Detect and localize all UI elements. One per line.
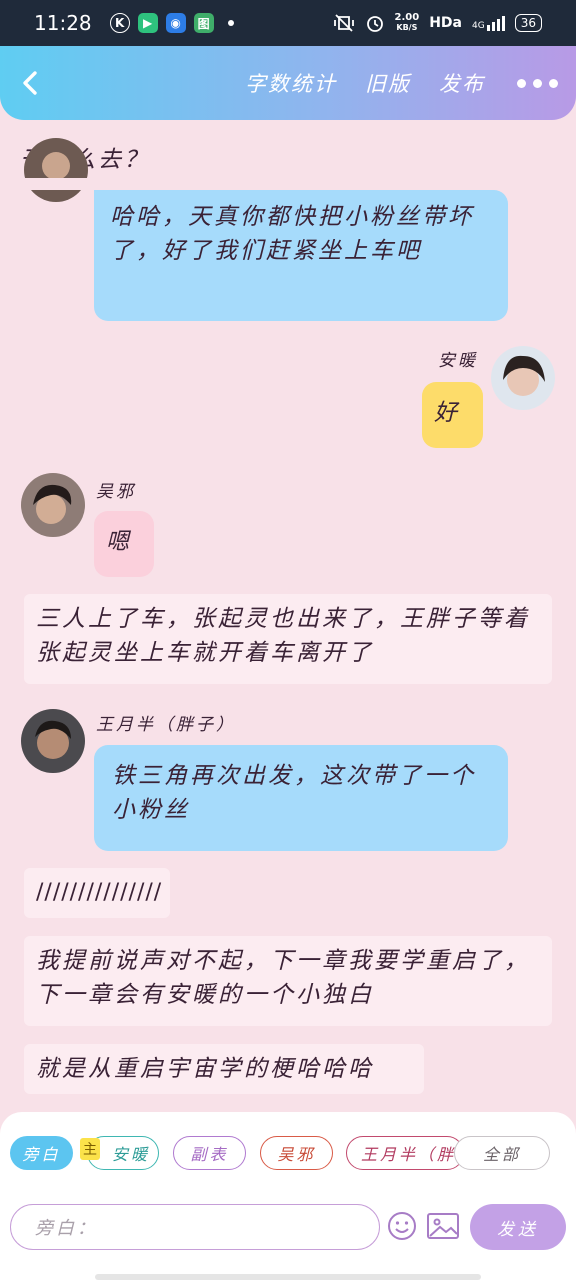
status-time: 11:28 [34,11,92,35]
role-chip-pangzi[interactable]: 王月半（胖子） [346,1136,464,1170]
notification-dot-icon [227,20,234,26]
home-indicator[interactable] [95,1274,481,1280]
scroll-divider [0,178,576,190]
message-bubble: 铁三角再次出发，这次带了一个小粉丝 [94,745,508,851]
narration-block: 我提前说声对不起，下一章我要学重启了，下一章会有安暖的一个小独白 [24,936,552,1026]
image-app-icon: 图 [193,13,214,33]
avatar[interactable] [24,138,88,202]
avatar-pangzi-icon [21,709,85,773]
chevron-left-icon [23,71,37,95]
word-count-link[interactable]: 字数统计 [231,68,351,98]
back-button[interactable] [0,46,60,120]
publish-link[interactable]: 发布 [425,68,499,98]
more-dot-icon [517,78,526,88]
speaker-name: 吴邪 [96,482,136,502]
video-app-icon: ▶ [137,13,158,33]
role-selector: 旁白 安暖 主 副表 吴邪 王月半（胖子） 全部 [10,1134,556,1172]
smiley-icon [388,1212,416,1240]
battery-icon: 36 [514,14,542,32]
avatar-wuxie-icon [21,473,85,537]
narration-block: 就是从重启宇宙学的梗哈哈哈 [24,1044,424,1094]
mute-vibrate-icon [333,14,354,32]
chat-area[interactable]: 干什么去？ 哈哈，天真你都快把小粉丝带坏了，好了我们赶紧坐上车吧 安暖 好 吴邪… [0,120,576,1112]
speed-value: 2.00 [394,12,420,23]
status-bar: 11:28 K ▶ ◉ 图 2.00 KB/S HDa 4G 36 [0,0,576,46]
speed-unit: KB/S [396,23,418,32]
main-role-badge: 主 [80,1138,100,1160]
alarm-icon [366,16,383,32]
network-type: 4G [472,20,485,31]
signal-icon: 4G [472,15,505,31]
narration-block: /////////////// [24,868,170,918]
role-chip-wuxie[interactable]: 吴邪 [260,1136,333,1170]
message-bubble: 好 [422,382,483,448]
avatar-wuxie-icon [24,138,88,202]
image-icon [427,1213,459,1239]
more-options-button[interactable] [499,46,576,120]
network-speed: 2.00 KB/S [395,13,420,33]
speaker-name: 王月半（胖子） [96,715,236,735]
status-right: 2.00 KB/S HDa 4G 36 [333,13,542,33]
message-bubble: 嗯 [94,511,154,577]
avatar-annuan-icon [491,346,555,410]
role-chip-all[interactable]: 全部 [454,1136,550,1170]
more-dot-icon [533,78,542,88]
composer-panel: 旁白 安暖 主 副表 吴邪 王月半（胖子） 全部 旁白： 发送 [0,1112,576,1280]
more-dot-icon [549,78,558,88]
avatar[interactable] [21,709,85,773]
k-app-icon: K [109,13,130,33]
avatar[interactable] [21,473,85,537]
speaker-name: 安暖 [438,351,478,371]
message-input[interactable]: 旁白： [10,1204,380,1250]
emoji-button[interactable] [386,1210,418,1242]
old-version-link[interactable]: 旧版 [351,68,425,98]
hd-label: HDa [429,15,463,31]
role-chip-fubiao[interactable]: 副表 [173,1136,246,1170]
send-button[interactable]: 发送 [470,1204,566,1250]
image-button[interactable] [426,1210,460,1242]
header-actions: 字数统计 旧版 发布 [231,46,576,120]
top-navigation-bar: 字数统计 旧版 发布 [0,46,576,120]
role-chip-narrator[interactable]: 旁白 [10,1136,73,1170]
status-app-icons: K ▶ ◉ 图 [109,13,214,33]
player-app-icon: ◉ [165,13,186,33]
message-bubble: 哈哈，天真你都快把小粉丝带坏了，好了我们赶紧坐上车吧 [94,190,508,321]
avatar[interactable] [491,346,555,410]
narration-block: 三人上了车，张起灵也出来了，王胖子等着张起灵坐上车就开着车离开了 [24,594,552,684]
